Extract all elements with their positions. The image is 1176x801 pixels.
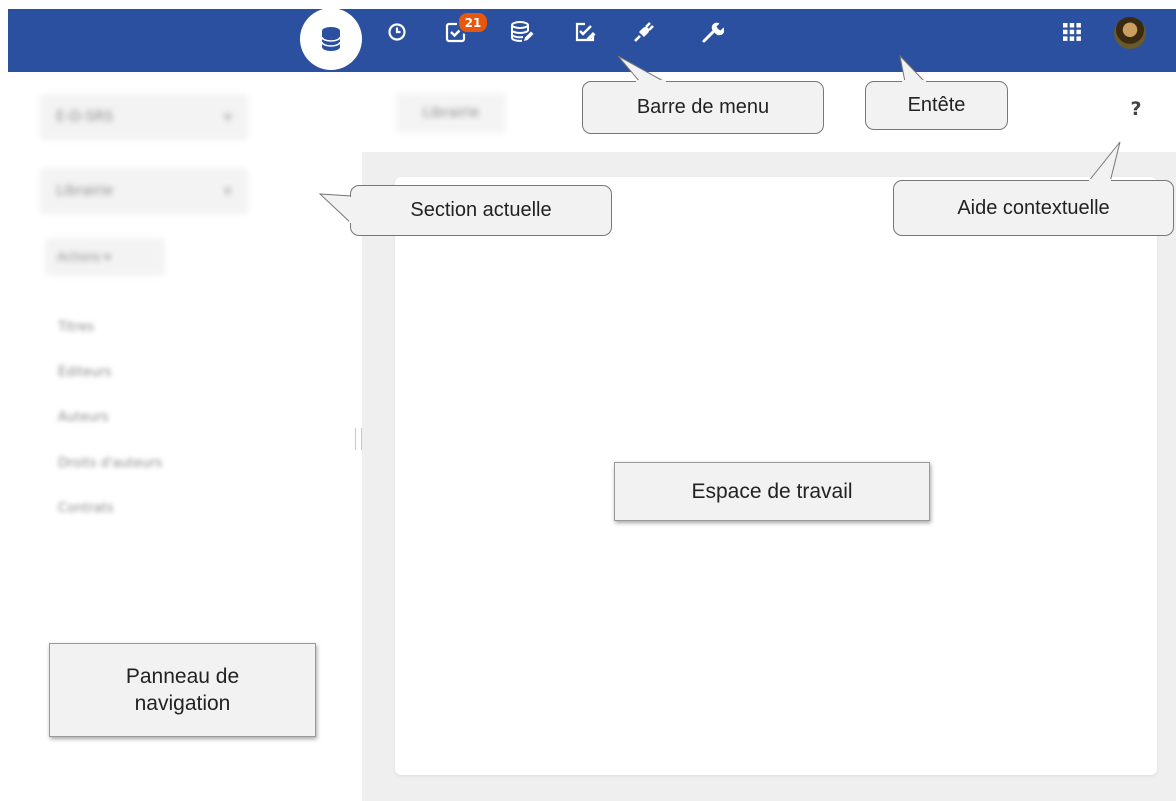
label-navigation-panel-line2: navigation <box>134 692 231 715</box>
label-navigation-panel: Panneau de navigation <box>49 643 316 737</box>
label-workspace: Espace de travail <box>614 462 930 521</box>
label-navigation-panel-line1: Panneau de <box>125 664 240 688</box>
